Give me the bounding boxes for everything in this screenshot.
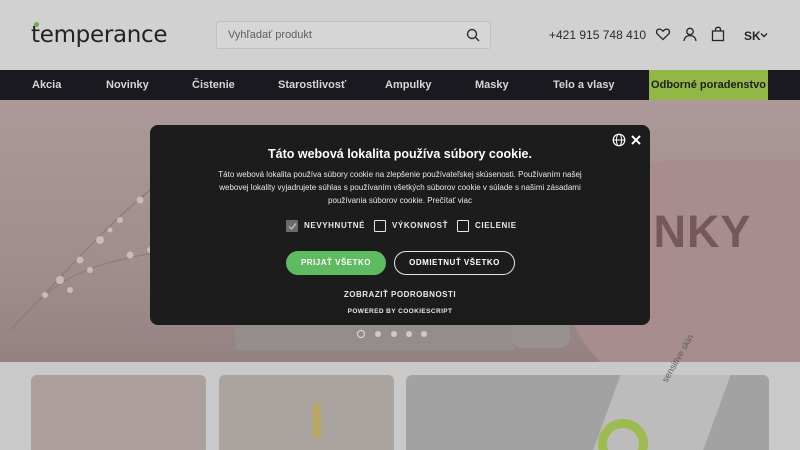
checkbox-necessary	[286, 220, 298, 232]
cookie-body: Táto webová lokalita používa súbory cook…	[212, 168, 588, 207]
accept-all-button[interactable]: PRIJAŤ VŠETKO	[286, 251, 386, 275]
checkbox-performance[interactable]	[374, 220, 386, 232]
reject-all-button[interactable]: ODMIETNUŤ VŠETKO	[394, 251, 515, 275]
powered-by-label[interactable]: POWERED BY COOKIESCRIPT	[150, 308, 650, 315]
checkbox-targeting[interactable]	[457, 220, 469, 232]
option-label-targeting[interactable]: CIELENIE	[475, 221, 517, 230]
cookie-title: Táto webová lokalita používa súbory cook…	[268, 147, 532, 161]
option-label-necessary: NEVYHNUTNÉ	[304, 221, 366, 230]
show-details-link[interactable]: ZOBRAZIŤ PODROBNOSTI	[150, 290, 650, 299]
cookie-body-text: Táto webová lokalita používa súbory cook…	[218, 170, 582, 205]
option-label-performance[interactable]: VÝKONNOSŤ	[392, 221, 448, 230]
read-more-link[interactable]: Prečítať viac	[427, 196, 472, 205]
close-icon[interactable]	[630, 134, 642, 146]
globe-icon[interactable]	[612, 133, 626, 147]
cookie-options: NEVYHNUTNÉ VÝKONNOSŤ CIELENIE	[150, 220, 650, 234]
check-icon	[288, 223, 297, 231]
cookie-dialog: Táto webová lokalita používa súbory cook…	[150, 125, 650, 325]
